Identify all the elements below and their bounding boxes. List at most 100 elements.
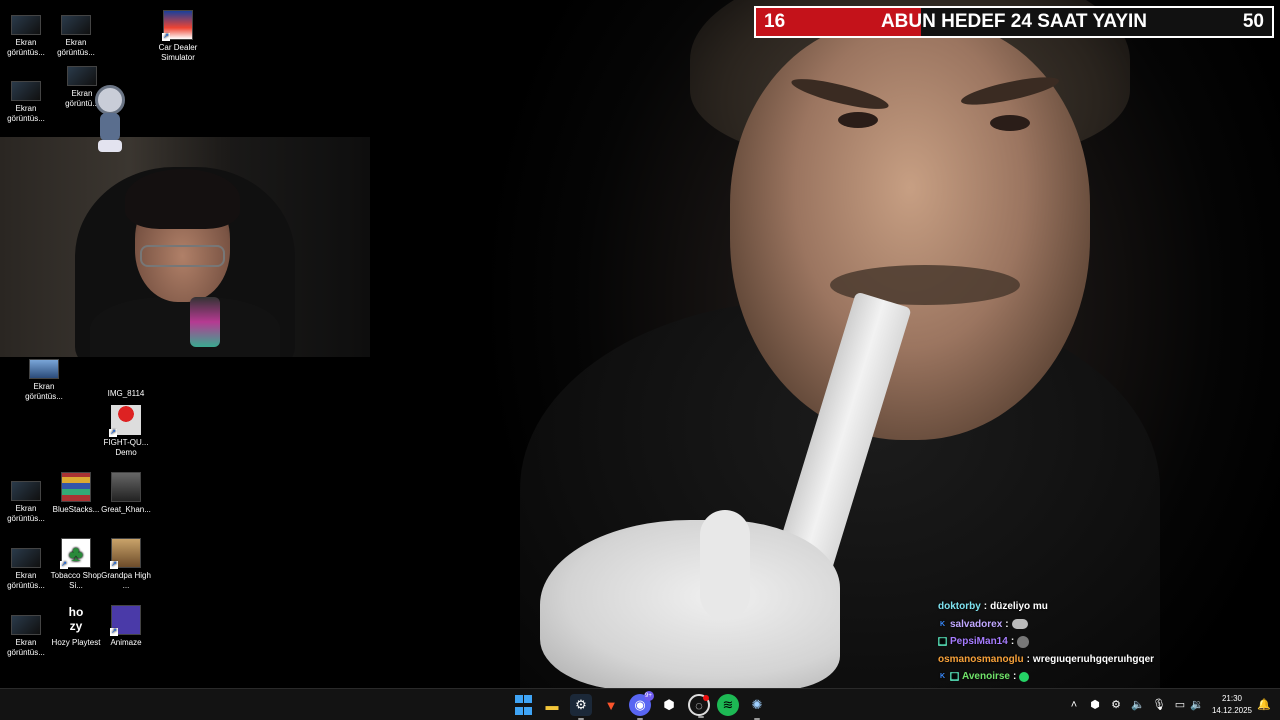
desktop-icon-screenshot[interactable]: Ekran görüntüs... (0, 548, 52, 591)
desktop-icon-great-khan[interactable]: Great_Khan... (100, 472, 152, 515)
notifications-bell-icon[interactable]: 🔔 (1256, 697, 1272, 713)
file-explorer-icon[interactable]: ▬ (541, 694, 563, 716)
tobacco-leaf-icon: ↗ (60, 538, 91, 569)
icon-label: Ekran görüntüs... (25, 382, 63, 401)
image-file-icon (11, 481, 41, 501)
network-icon[interactable]: ▭ (1172, 697, 1188, 713)
system-clock[interactable]: 21:30 14.12.2025 (1208, 693, 1256, 717)
desktop-icon-grandpa-high[interactable]: ↗ Grandpa High ... (100, 538, 152, 591)
show-hidden-icons-chevron-icon[interactable]: ˄ (1066, 697, 1082, 713)
icon-label: Animaze (110, 638, 142, 647)
chat-separator: : (1012, 671, 1017, 683)
wallpaper-glove (540, 520, 840, 688)
shortcut-arrow-icon: ↗ (162, 33, 170, 41)
icon-label: Ekran görüntüs... (57, 38, 95, 57)
brave-browser-icon[interactable]: ▼ (600, 694, 622, 716)
desktop-icon-screenshot[interactable]: Ekran görüntüs... (0, 15, 52, 58)
icon-label: FIGHT-QU... Demo (103, 438, 149, 457)
icon-label: Ekran görüntüs... (7, 38, 45, 57)
desktop-icon-bluestacks[interactable]: BlueStacks... (50, 472, 102, 515)
shortcut-arrow-icon: ↗ (109, 429, 117, 437)
icon-label: Ekran görüntüs... (7, 104, 45, 123)
desktop-icon-screenshot[interactable]: Ekran görüntüs... (0, 81, 52, 124)
goal-target-count: 50 (1242, 11, 1264, 32)
volume-icon[interactable]: 🔉 (1189, 697, 1205, 713)
webcam-streamer-body (90, 297, 280, 357)
desktop: Ekran görüntüs... Ekran görüntüs... ↗ Ca… (0, 0, 1280, 688)
desktop-icon-screenshot[interactable]: Ekran görüntüs... (50, 15, 102, 58)
image-file-icon (29, 359, 59, 379)
desktop-icon-hozy-playtest[interactable]: ho zy Hozy Playtest (50, 605, 102, 648)
chat-username: Avenoirse (962, 671, 1010, 683)
grandpa-game-icon: ↗ (110, 538, 141, 569)
icon-label: Grandpa High ... (101, 571, 151, 590)
desktop-icon-img-8114[interactable]: IMG_8114 (100, 366, 152, 399)
desktop-icon-tobacco-shop[interactable]: ↗ Tobacco Shop Si... (50, 538, 102, 591)
image-file-icon (111, 472, 141, 502)
microphone-icon[interactable]: 🎙 (1151, 697, 1167, 713)
chat-overlay: doktorby: düzeliyo mu Ksalvadorex: ▦ PepsiMa… (938, 598, 1198, 688)
webcam-overlay (0, 137, 370, 357)
chat-message: ▦ PepsiMan14: (938, 633, 1198, 651)
desktop-icon-animaze[interactable]: ↗ Animaze (100, 605, 152, 648)
steam-tray-icon[interactable]: ⚙ (1108, 697, 1124, 713)
icon-label: Car Dealer Simulator (158, 43, 198, 62)
taskbar: ▬ ⚙ ▼ ◉ 9+ ⬢ ◌ ≋ ✺ ˄ ⬢ ⚙ 🔈 🎙 ▭ 🔉 21:30 14… (0, 688, 1280, 720)
desktop-icon-screenshot[interactable]: Ekran görüntüs... (18, 359, 70, 402)
speaker-tray-icon[interactable]: 🔈 (1130, 697, 1146, 713)
settings-gear-icon[interactable]: ✺ (746, 694, 768, 720)
subscriber-goal-bar: 16 ABUN HEDEF 24 SAAT YAYIN 50 (754, 6, 1274, 38)
obs-studio-icon[interactable]: ◌ (688, 694, 710, 718)
chat-username: doktorby (938, 601, 981, 613)
icon-label: Ekran görüntüs... (7, 504, 45, 523)
image-file-icon (11, 15, 41, 35)
chat-emote-icon (1019, 671, 1030, 682)
animaze-icon: ↗ (110, 605, 141, 636)
icon-label: Ekran görüntüs... (7, 571, 45, 590)
icon-label: BlueStacks... (52, 505, 100, 514)
image-file-icon (67, 66, 97, 86)
chat-separator: : (983, 601, 988, 613)
recording-dot-icon (703, 695, 709, 701)
app-cube-icon[interactable]: ⬢ (658, 694, 680, 716)
wallpaper-finger (700, 510, 750, 620)
subscriber-badge-icon: ▦ (950, 672, 959, 682)
chat-message: Ksalvadorex: (938, 616, 1198, 634)
tray-app-icon[interactable]: ⬢ (1087, 697, 1103, 713)
chat-message-text: wregıuqerıuhgqeruıhgqer (1032, 653, 1155, 665)
webcam-glasses (140, 245, 225, 267)
chat-separator: : (1010, 636, 1015, 648)
car-dealer-icon: ↗ (162, 10, 193, 41)
chat-username: PepsiMan14 (950, 636, 1008, 648)
wallpaper-eye (838, 112, 878, 128)
chat-message: doktorby: düzeliyo mu (938, 598, 1198, 616)
discord-icon[interactable]: ◉ 9+ (629, 691, 654, 720)
goal-title: ABUN HEDEF 24 SAAT YAYIN (880, 11, 1148, 32)
kick-badge-icon: K (939, 673, 946, 681)
image-file-icon (61, 15, 91, 35)
image-file-icon (11, 615, 41, 635)
icon-label: Hozy Playtest (51, 638, 101, 647)
start-button-windows-icon[interactable] (512, 694, 534, 716)
desktop-icon-fight-quest-demo[interactable]: ↗ FIGHT-QU... Demo (100, 405, 152, 458)
shortcut-arrow-icon: ↗ (110, 628, 118, 636)
desktop-icon-car-dealer-simulator[interactable]: ↗ Car Dealer Simulator (152, 10, 204, 63)
desktop-icon-screenshot[interactable]: Ekran görüntüs... (0, 481, 52, 524)
shortcut-arrow-icon: ↗ (110, 561, 118, 569)
chat-message: osmanosmanoglu: wregıuqerıuhgqeruıhgqer (938, 651, 1198, 669)
kick-badge-icon: K (939, 620, 946, 628)
clock-time: 21:30 (1221, 694, 1243, 703)
hozy-logo-icon: ho zy (61, 605, 91, 635)
spotify-icon[interactable]: ≋ (717, 694, 739, 716)
chat-username: osmanosmanoglu (938, 653, 1024, 665)
winrar-archive-icon (61, 472, 91, 502)
desktop-icon-screenshot[interactable]: Ekran görüntüs... (0, 615, 52, 658)
steam-icon[interactable]: ⚙ (570, 694, 592, 720)
shortcut-arrow-icon: ↗ (60, 561, 68, 569)
icon-label: Great_Khan... (101, 505, 151, 514)
icon-label: Tobacco Shop Si... (50, 571, 102, 590)
image-file-icon (11, 81, 41, 101)
chat-message: K ▦ Avenoirse: (938, 668, 1198, 686)
chat-message-text: düzeliyo mu (990, 601, 1048, 613)
chat-separator: : (1026, 653, 1030, 665)
